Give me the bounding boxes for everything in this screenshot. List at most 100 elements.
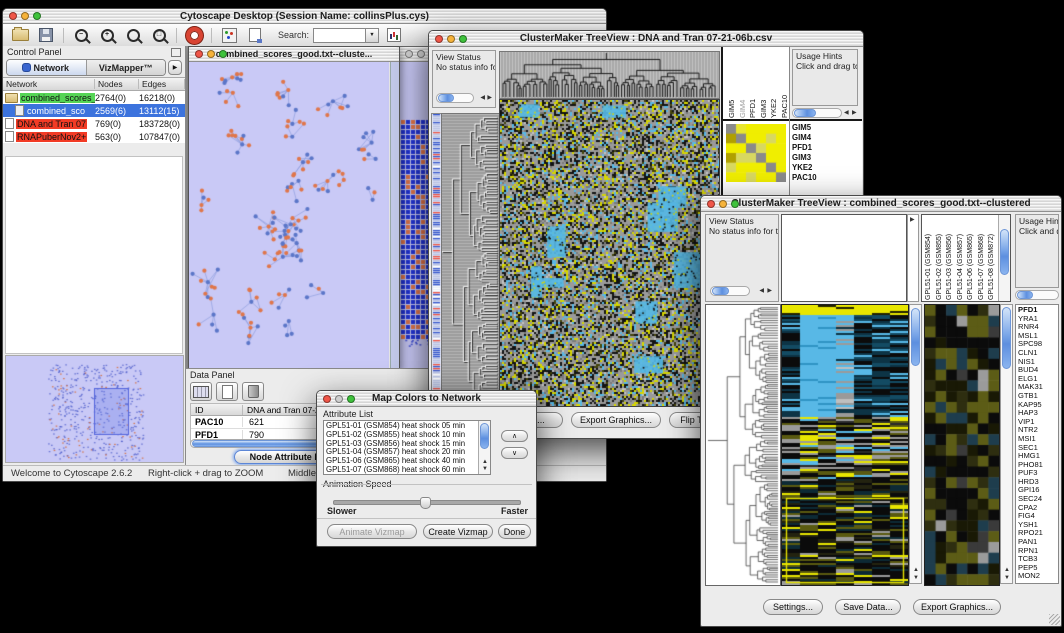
animation-speed-slider[interactable] [333, 500, 521, 505]
zoom-button[interactable] [731, 200, 739, 208]
tv2-heatmap-vscrollbar[interactable]: ▲ ▼ [909, 304, 922, 584]
scroll-left-arrow[interactable]: ◀ [480, 95, 485, 101]
network-tree-empty-area[interactable] [5, 156, 183, 354]
view-status-hscrollbar[interactable] [436, 93, 474, 103]
tv2-export-graphics-button[interactable]: Export Graphics... [913, 599, 1001, 615]
slider-thumb[interactable] [420, 497, 431, 509]
scrollbar-thumb[interactable] [1000, 229, 1009, 275]
attribute-list-vscrollbar[interactable]: ▲ ▼ [478, 421, 490, 474]
move-up-button[interactable]: ∧ [501, 430, 528, 442]
search-input[interactable]: ▼ [313, 28, 379, 43]
create-vizmap-button[interactable]: Create Vizmap [423, 524, 493, 539]
scroll-down-arrow[interactable]: ▼ [1004, 575, 1010, 581]
zoom-button[interactable] [459, 35, 467, 43]
zoom-button[interactable] [219, 50, 227, 58]
tv2-top-scroll-strip[interactable]: ▶ [907, 214, 919, 302]
attribute-table-button[interactable] [190, 382, 212, 401]
scroll-right-arrow[interactable]: ▶ [487, 95, 492, 101]
birdseye-navigator[interactable] [5, 355, 184, 463]
tv2-save-data-button[interactable]: Save Data... [835, 599, 901, 615]
close-button[interactable] [435, 35, 443, 43]
network-tree-row[interactable]: DNA and Tran 07769(0)183728(0) [3, 117, 185, 130]
gene-list-item[interactable]: PFD1 [790, 143, 862, 153]
network-tree-row[interactable]: combined_scores_2764(0)16218(0) [3, 91, 185, 104]
zoom-out-button[interactable]: − [70, 26, 92, 44]
network-vscrollbar[interactable] [390, 62, 399, 368]
tv2-zoom-vscrollbar[interactable]: ▲ ▼ [1000, 304, 1013, 584]
tv2-dendrogram[interactable] [705, 304, 781, 586]
tv2-titlebar[interactable]: ClusterMaker TreeView : combined_scores_… [701, 196, 1061, 212]
new-attribute-button[interactable] [216, 382, 238, 401]
network-tree-row[interactable]: combined_sco2569(6)13112(15) [3, 104, 185, 117]
dialog-titlebar[interactable]: Map Colors to Network [317, 391, 536, 407]
tab-network[interactable]: Network [7, 60, 87, 75]
resize-grip[interactable] [1049, 614, 1060, 625]
chart-tool-button[interactable] [383, 26, 405, 44]
minimize-button[interactable] [207, 50, 215, 58]
delete-attribute-button[interactable] [242, 382, 264, 401]
done-button[interactable]: Done [498, 524, 531, 539]
scroll-right-arrow[interactable]: ▶ [852, 110, 857, 116]
float-panel-icon[interactable] [171, 48, 181, 57]
annotation-button[interactable] [244, 26, 266, 44]
move-down-button[interactable]: ∨ [501, 447, 528, 459]
minimize-button[interactable] [447, 35, 455, 43]
minimize-button[interactable] [417, 50, 425, 58]
tab-vizmapper[interactable]: VizMapper™ [87, 60, 166, 75]
help-button[interactable] [183, 26, 205, 44]
tv1-export-graphics-button[interactable]: Export Graphics... [571, 412, 661, 428]
zoom-in-button[interactable]: + [96, 26, 118, 44]
main-titlebar[interactable]: Cytoscape Desktop (Session Name: collins… [3, 9, 606, 24]
network-window1-titlebar[interactable]: combined_scores_good.txt--cluste... [189, 47, 399, 62]
minimize-button[interactable] [719, 200, 727, 208]
tv2-zoom-heatmap[interactable] [924, 304, 1000, 586]
minimize-button[interactable] [335, 395, 343, 403]
tv1-hints-hscrollbar[interactable] [792, 108, 842, 118]
scrollbar-thumb[interactable] [480, 423, 489, 449]
zoom-button[interactable] [347, 395, 355, 403]
scrollbar-thumb[interactable] [794, 109, 816, 117]
gene-list-item[interactable]: GIM4 [790, 133, 862, 143]
close-button[interactable] [323, 395, 331, 403]
gene-list-item[interactable]: MON2 [1016, 572, 1058, 581]
scroll-right-arrow[interactable]: ▶ [910, 217, 915, 223]
zoom-fit-button[interactable]: □ [148, 26, 170, 44]
open-session-button[interactable] [9, 26, 31, 44]
scrollbar-thumb[interactable] [438, 94, 454, 102]
scroll-up-arrow[interactable]: ▲ [1004, 567, 1010, 573]
minimize-button[interactable] [21, 12, 29, 20]
close-button[interactable] [195, 50, 203, 58]
zoom-selected-button[interactable] [122, 26, 144, 44]
tv2-settings-button[interactable]: Settings... [763, 599, 823, 615]
save-session-button[interactable] [35, 26, 57, 44]
close-button[interactable] [707, 200, 715, 208]
chevron-down-icon[interactable]: ▼ [365, 29, 378, 42]
network-overview-button[interactable] [218, 26, 240, 44]
gene-list-item[interactable]: YKE2 [790, 163, 862, 173]
tv2-hints-hscrollbar[interactable] [1015, 290, 1059, 300]
gene-list-item[interactable]: GIM3 [790, 153, 862, 163]
attribute-list-item[interactable]: GPL51-07 (GSM868) heat shock 60 min [324, 466, 490, 475]
scrollbar-thumb[interactable] [1002, 307, 1011, 369]
view-status-hscrollbar[interactable] [710, 286, 750, 296]
gene-list-item[interactable]: GIM5 [790, 123, 862, 133]
tv1-titlebar[interactable]: ClusterMaker TreeView : DNA and Tran 07-… [429, 31, 863, 47]
scroll-left-arrow[interactable]: ◀ [844, 110, 849, 116]
tv1-left-dendrogram[interactable] [441, 113, 500, 407]
tab-overflow-button[interactable]: ▶ [168, 60, 182, 75]
scrollbar-thumb[interactable] [712, 287, 729, 295]
tv1-heatmap[interactable] [499, 99, 720, 407]
network-canvas[interactable] [189, 62, 389, 368]
tv1-zoom-heatmap[interactable] [726, 124, 786, 182]
tv2-heatmap[interactable] [781, 304, 909, 586]
scrollbar-thumb[interactable] [1017, 291, 1033, 299]
scroll-up-arrow[interactable]: ▲ [482, 459, 488, 465]
network-tree-row[interactable]: RNAPuberNov2+563(0)107847(0) [3, 130, 185, 143]
gene-list-item[interactable]: PAC10 [790, 173, 862, 183]
zoom-button[interactable] [33, 12, 41, 20]
tv1-top-dendrogram[interactable] [499, 51, 720, 99]
scroll-right-arrow[interactable]: ▶ [767, 288, 772, 294]
close-button[interactable] [405, 50, 413, 58]
scroll-down-arrow[interactable]: ▼ [913, 575, 919, 581]
tv2-labels-vscrollbar[interactable] [998, 215, 1010, 301]
